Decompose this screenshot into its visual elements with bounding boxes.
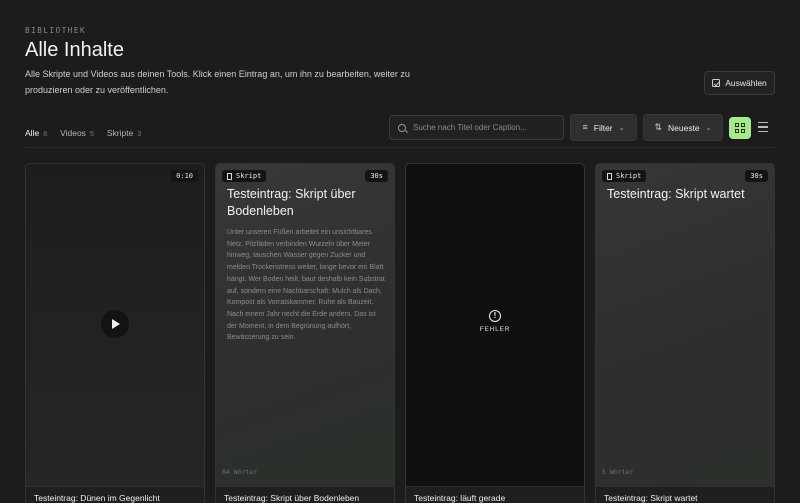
type-badge-label: Skript — [616, 172, 642, 180]
filter-icon: ≡ — [582, 122, 588, 132]
card-title: Testeintrag: Skript wartet — [607, 187, 745, 201]
library-card-script[interactable]: Skript 30s Testeintrag: Skript wartet 5 … — [595, 163, 775, 503]
tab-all-count: 8 — [43, 131, 48, 138]
select-button-label: Auswählen — [725, 78, 767, 88]
list-view-button[interactable] — [758, 122, 768, 132]
tab-all[interactable]: Alle 8 — [25, 128, 48, 148]
list-icon — [758, 130, 768, 132]
sort-button-label: Neueste — [668, 122, 700, 133]
type-badge: Skript — [222, 170, 267, 182]
sort-icon: ⇅ — [654, 122, 662, 132]
library-card-video[interactable]: 0:10 Testeintrag: Dünen im Gegenlicht — [25, 163, 205, 503]
card-script-text: Unter unseren Füßen arbeitet ein unsicht… — [227, 229, 385, 342]
checkbox-icon — [712, 79, 721, 87]
select-button[interactable]: Auswählen — [704, 71, 775, 95]
chevron-down-icon: ⌄ — [705, 124, 712, 132]
error-label: FEHLER — [479, 326, 511, 333]
grid-icon — [735, 123, 739, 127]
card-caption: Testeintrag: Skript wartet — [596, 486, 774, 503]
page-description: Alle Skripte und Videos aus deinen Tools… — [25, 69, 410, 95]
alert-icon: ! — [489, 310, 501, 322]
tab-videos-count: 5 — [89, 131, 94, 138]
library-card-error[interactable]: ! FEHLER Testeintrag: läuft gerade — [405, 163, 585, 503]
filter-button-label: Filter — [593, 122, 613, 133]
grid-icon — [741, 123, 745, 127]
chevron-down-icon: ⌄ — [618, 124, 625, 132]
word-count: 64 Wörter — [222, 468, 258, 476]
tab-divider — [25, 147, 775, 148]
word-count: 5 Wörter — [602, 468, 634, 476]
grid-icon — [741, 129, 745, 133]
library-eyebrow: BIBLIOTHEK — [25, 26, 87, 35]
search-input[interactable] — [413, 123, 553, 132]
type-badge-label: Skript — [236, 172, 262, 180]
tab-scripts-count: 3 — [137, 131, 142, 138]
list-icon — [758, 126, 768, 128]
duration-badge: 30s — [365, 170, 388, 182]
card-caption: Testeintrag: läuft gerade — [406, 486, 584, 503]
tab-all-label: Alle — [25, 128, 40, 138]
document-icon — [227, 172, 232, 180]
tab-videos-label: Videos — [60, 128, 86, 138]
card-caption: Testeintrag: Skript über Bodenleben — [216, 486, 394, 503]
tab-scripts[interactable]: Skripte 3 — [107, 128, 141, 148]
card-title: Testeintrag: Skript über Bodenleben — [227, 187, 356, 218]
grid-view-button[interactable] — [729, 117, 751, 139]
grid-icon — [735, 129, 739, 133]
tab-bar: Alle 8 Videos 5 Skripte 3 — [25, 128, 141, 148]
error-state: ! FEHLER — [406, 310, 584, 333]
card-caption: Testeintrag: Dünen im Gegenlicht — [26, 486, 204, 503]
play-button[interactable] — [101, 310, 129, 338]
sort-button[interactable]: ⇅ Neueste ⌄ — [643, 114, 723, 141]
search-icon — [398, 123, 406, 132]
filter-button[interactable]: ≡ Filter ⌄ — [570, 114, 637, 141]
document-icon — [607, 172, 612, 180]
library-card-script[interactable]: Skript 30s Testeintrag: Skript über Bode… — [215, 163, 395, 503]
tab-scripts-label: Skripte — [106, 128, 134, 138]
duration-badge: 30s — [745, 170, 768, 182]
type-badge: Skript — [602, 170, 647, 182]
tab-videos[interactable]: Videos 5 — [60, 128, 94, 148]
search-box — [389, 115, 564, 140]
list-icon — [758, 122, 768, 124]
page-title: Alle Inhalte — [25, 39, 124, 61]
duration-badge: 0:10 — [171, 170, 198, 182]
